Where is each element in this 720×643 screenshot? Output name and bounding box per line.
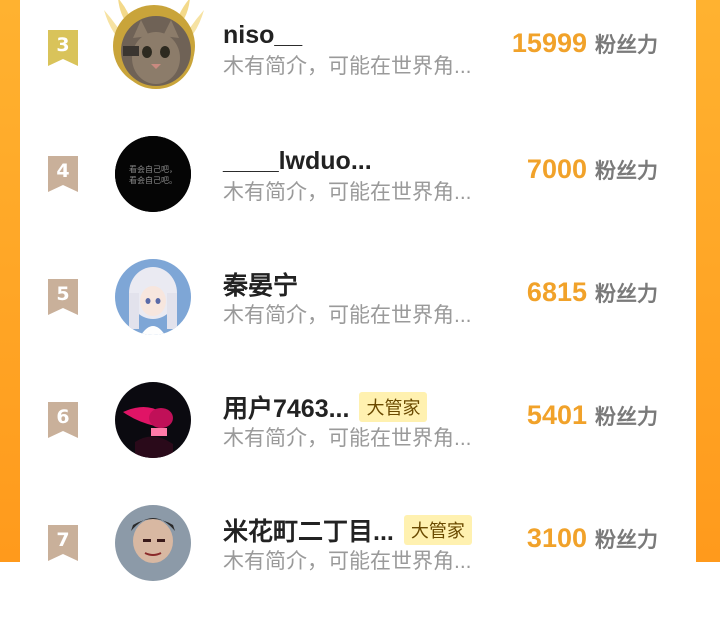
avatar[interactable] xyxy=(118,13,194,89)
fan-score-unit: 粉丝力 xyxy=(595,34,658,57)
fan-score-value: 7000 xyxy=(526,154,587,184)
fan-score: 3100 粉丝力 xyxy=(527,523,658,554)
page-background-left xyxy=(0,0,20,562)
anime-character-avatar-image xyxy=(115,505,191,581)
fan-score: 5401 粉丝力 xyxy=(527,400,658,431)
user-name-line: 米花町二丁目... 大管家 xyxy=(223,513,472,547)
avatar-text-line1: 看会自己吧， xyxy=(129,164,177,174)
user-name-line: ____lwduo... xyxy=(223,144,372,178)
dark-figure-avatar-image xyxy=(115,382,191,458)
ranking-row[interactable]: 7 米花町二丁目... 大管家 木有简介，可能在世界角... 3100 粉丝力 xyxy=(20,505,696,643)
fan-score-value: 5401 xyxy=(526,400,587,430)
fan-score-unit: 粉丝力 xyxy=(595,529,658,552)
rank-number: 5 xyxy=(56,283,70,305)
rank-badge: 4 xyxy=(48,156,78,192)
anime-girl-avatar-image xyxy=(115,259,191,335)
fan-score-unit: 粉丝力 xyxy=(595,283,658,306)
cat-avatar-image xyxy=(121,16,191,86)
user-bio: 木有简介，可能在世界角... xyxy=(223,304,472,327)
fan-score-value: 15999 xyxy=(511,28,587,58)
user-name-line: 秦晏宁 xyxy=(223,267,298,301)
ranking-list: 3 niso__ 木有简介，可能在世界角... 15999 粉丝力 4 看会自己… xyxy=(20,0,696,581)
fan-score: 6815 粉丝力 xyxy=(527,277,658,308)
user-name[interactable]: 用户7463... xyxy=(223,389,349,425)
page-background-right xyxy=(696,0,720,562)
fan-score: 15999 粉丝力 xyxy=(512,28,658,59)
rank-badge: 5 xyxy=(48,279,78,315)
user-bio: 木有简介，可能在世界角... xyxy=(223,55,472,78)
ranking-row[interactable]: 4 看会自己吧， 看会自己吧。 ____lwduo... 木有简介，可能在世界角… xyxy=(20,136,696,274)
rank-number: 4 xyxy=(56,160,70,182)
text-avatar-image: 看会自己吧， 看会自己吧。 xyxy=(115,136,191,212)
rank-number: 7 xyxy=(56,529,70,551)
user-name-line: 用户7463... 大管家 xyxy=(223,389,428,425)
user-name[interactable]: 秦晏宁 xyxy=(223,266,298,302)
avatar-text-line2: 看会自己吧。 xyxy=(129,175,177,185)
fan-score-unit: 粉丝力 xyxy=(595,406,658,429)
avatar[interactable] xyxy=(115,505,191,581)
user-bio: 木有简介，可能在世界角... xyxy=(223,550,472,573)
fan-score-unit: 粉丝力 xyxy=(595,160,658,183)
user-bio: 木有简介，可能在世界角... xyxy=(223,427,472,450)
user-bio: 木有简介，可能在世界角... xyxy=(223,181,472,204)
rank-number: 3 xyxy=(56,34,70,56)
user-name[interactable]: ____lwduo... xyxy=(223,147,372,176)
fan-score-value: 3100 xyxy=(526,523,587,553)
housekeeper-badge: 大管家 xyxy=(403,515,472,545)
rank-number: 6 xyxy=(56,406,70,428)
ranking-row[interactable]: 3 niso__ 木有简介，可能在世界角... 15999 粉丝力 xyxy=(20,0,696,148)
user-name[interactable]: 米花町二丁目... xyxy=(223,512,394,548)
rank-badge: 6 xyxy=(48,402,78,438)
rank-badge: 3 xyxy=(48,30,78,66)
ranking-row[interactable]: 6 用户7463... 大管家 木有简介，可能在世界角... 5401 粉丝力 xyxy=(20,382,696,520)
user-name[interactable]: niso__ xyxy=(223,21,302,50)
user-name-line: niso__ xyxy=(223,18,302,52)
housekeeper-badge: 大管家 xyxy=(359,392,428,422)
avatar[interactable] xyxy=(115,382,191,458)
fan-score-value: 6815 xyxy=(526,277,587,307)
avatar[interactable]: 看会自己吧， 看会自己吧。 xyxy=(115,136,191,212)
avatar[interactable] xyxy=(115,259,191,335)
ranking-row[interactable]: 5 秦晏宁 木有简介，可能在世界角... 6815 粉丝力 xyxy=(20,259,696,397)
rank-badge: 7 xyxy=(48,525,78,561)
fan-score: 7000 粉丝力 xyxy=(527,154,658,185)
